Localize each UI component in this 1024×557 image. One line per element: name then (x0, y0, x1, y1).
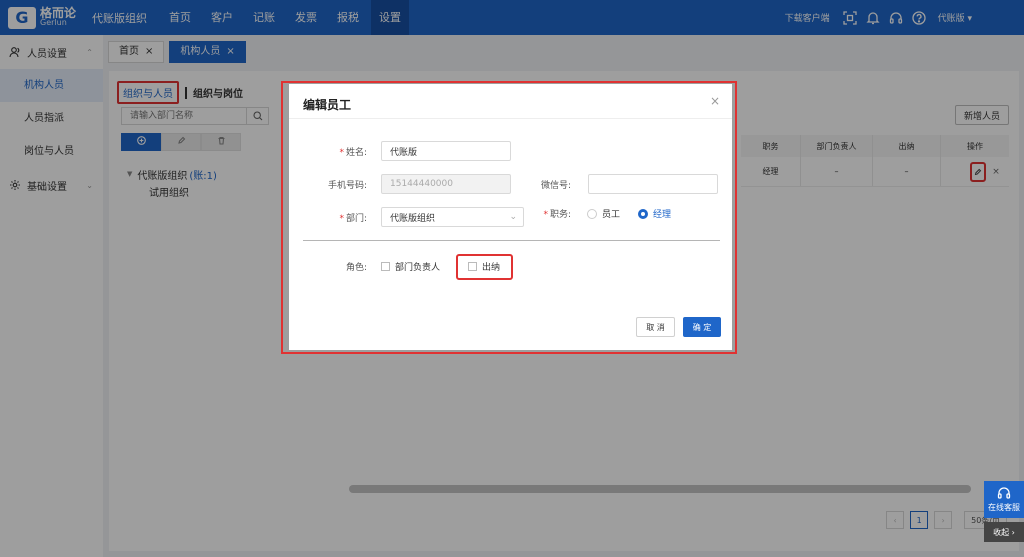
close-icon[interactable]: × (710, 94, 720, 108)
wechat-input[interactable] (588, 174, 718, 194)
edit-staff-modal: 编辑员工 × * 姓名: 代账版 手机号码: 15144440000 微信号: *… (289, 84, 732, 350)
checkbox-box (381, 262, 390, 271)
name-input[interactable]: 代账版 (381, 141, 511, 161)
form-row-dept: * 部门: 代账版组织 ⌄ (303, 207, 524, 227)
required-mark: * (339, 147, 344, 158)
collapse-button[interactable]: 收起 › (984, 522, 1024, 542)
required-mark: * (543, 210, 548, 220)
phone-input[interactable]: 15144440000 (381, 174, 511, 194)
radio-employee-circle (587, 208, 597, 219)
chevron-right-icon: › (1011, 527, 1015, 537)
role-label: 角色: (345, 263, 367, 273)
form-row-name: * 姓名: 代账版 (303, 141, 511, 161)
modal-divider (289, 118, 732, 119)
form-row-wechat: 微信号: (521, 174, 718, 194)
form-row-phone: 手机号码: 15144440000 (303, 174, 511, 194)
collapse-label: 收起 (993, 527, 1010, 537)
dept-label: * 部门: (303, 211, 367, 224)
checkbox-label: 部门负责人 (395, 263, 441, 273)
name-label: * 姓名: (303, 145, 367, 158)
label-text: 部门: (345, 213, 367, 224)
form-row-position: * 职务: 员工 经理 (529, 207, 671, 220)
radio-employee[interactable]: 员工 (587, 207, 620, 220)
radio-manager-circle (638, 208, 649, 219)
confirm-button[interactable]: 确 定 (683, 317, 721, 337)
cancel-button[interactable]: 取 消 (636, 317, 675, 337)
online-service-label: 在线客服 (988, 503, 1020, 512)
checkbox-dept-head[interactable]: 部门负责人 (381, 260, 440, 273)
label-text: 姓名: (345, 147, 367, 158)
phone-label: 手机号码: (327, 180, 367, 191)
required-mark: * (339, 213, 344, 224)
form-separator (303, 240, 720, 241)
headset-icon (997, 486, 1011, 502)
radio-label: 经理 (653, 210, 672, 220)
online-service-button[interactable]: 在线客服 (984, 481, 1024, 518)
radio-label: 员工 (602, 210, 621, 220)
dept-select-value: 代账版组织 (390, 213, 436, 224)
chevron-down-icon: ⌄ (509, 212, 517, 222)
modal-title: 编辑员工 (303, 98, 352, 112)
radio-manager[interactable]: 经理 (638, 207, 671, 220)
cashier-highlight-frame (456, 254, 513, 280)
wechat-label: 微信号: (540, 180, 571, 191)
label-text: 职务: (549, 210, 571, 220)
position-label: * 职务: (529, 207, 571, 220)
dept-select[interactable]: 代账版组织 ⌄ (381, 207, 524, 227)
